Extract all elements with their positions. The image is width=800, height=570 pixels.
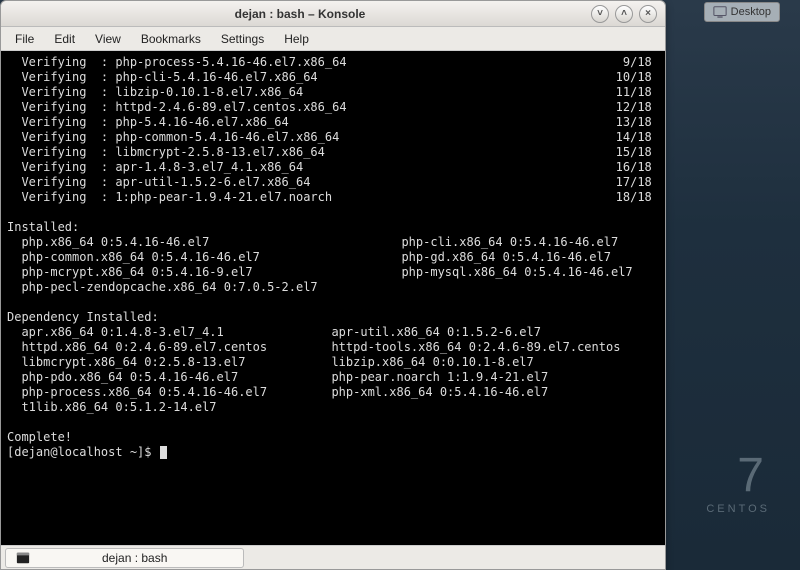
verify-row: Verifying : php-common-5.4.16-46.el7.x86… (7, 130, 659, 145)
desktop-icon (713, 5, 727, 19)
verify-row: Verifying : httpd-2.4.6-89.el7.centos.x8… (7, 100, 659, 115)
terminal-output[interactable]: Verifying : php-process-5.4.16-46.el7.x8… (1, 51, 665, 545)
package-line: php-gd.x86_64 0:5.4.16-46.el7 (387, 250, 633, 265)
package-line: libmcrypt.x86_64 0:2.5.8-13.el7 (7, 355, 317, 370)
shell-prompt: [dejan@localhost ~]$ (7, 445, 159, 459)
verify-row: Verifying : libzip-0.10.1-8.el7.x86_6411… (7, 85, 659, 100)
verify-row: Verifying : apr-util-1.5.2-6.el7.x86_641… (7, 175, 659, 190)
centos-watermark: 7 CENTOS (706, 448, 770, 515)
package-line: t1lib.x86_64 0:5.1.2-14.el7 (7, 400, 317, 415)
verify-row: Verifying : apr-1.4.8-3.el7_4.1.x86_6416… (7, 160, 659, 175)
tab-button[interactable]: dejan : bash (5, 548, 244, 568)
desktop-button-label: Desktop (731, 6, 771, 18)
menu-settings[interactable]: Settings (213, 30, 272, 48)
menubar: File Edit View Bookmarks Settings Help (1, 27, 665, 51)
dependency-header: Dependency Installed: (7, 310, 659, 325)
verify-row: Verifying : 1:php-pear-1.9.4-21.el7.noar… (7, 190, 659, 205)
konsole-window: dejan : bash – Konsole ˅ ˄ × File Edit V… (0, 0, 666, 570)
maximize-button[interactable]: ˄ (615, 5, 633, 23)
verify-row: Verifying : php-cli-5.4.16-46.el7.x86_64… (7, 70, 659, 85)
menu-edit[interactable]: Edit (46, 30, 83, 48)
menu-file[interactable]: File (7, 30, 42, 48)
package-line: httpd.x86_64 0:2.4.6-89.el7.centos (7, 340, 317, 355)
desktop-button[interactable]: Desktop (704, 2, 780, 22)
minimize-button[interactable]: ˅ (591, 5, 609, 23)
window-title: dejan : bash – Konsole (9, 7, 591, 21)
cursor (160, 446, 167, 459)
menu-bookmarks[interactable]: Bookmarks (133, 30, 209, 48)
package-line: php-pear.noarch 1:1.9.4-21.el7 (317, 370, 620, 385)
terminal-icon (16, 551, 30, 565)
package-line: apr.x86_64 0:1.4.8-3.el7_4.1 (7, 325, 317, 340)
complete-line: Complete! (7, 430, 659, 445)
package-line (387, 280, 633, 295)
package-line: php-mysql.x86_64 0:5.4.16-46.el7 (387, 265, 633, 280)
package-line: libzip.x86_64 0:0.10.1-8.el7 (317, 355, 620, 370)
installed-header: Installed: (7, 220, 659, 235)
tab-label: dejan : bash (102, 551, 167, 565)
package-line: php.x86_64 0:5.4.16-46.el7 (7, 235, 387, 250)
package-line: httpd-tools.x86_64 0:2.4.6-89.el7.centos (317, 340, 620, 355)
titlebar[interactable]: dejan : bash – Konsole ˅ ˄ × (1, 1, 665, 27)
package-line: php-pdo.x86_64 0:5.4.16-46.el7 (7, 370, 317, 385)
package-line: php-common.x86_64 0:5.4.16-46.el7 (7, 250, 387, 265)
package-line: apr-util.x86_64 0:1.5.2-6.el7 (317, 325, 620, 340)
menu-view[interactable]: View (87, 30, 129, 48)
package-line: php-pecl-zendopcache.x86_64 0:7.0.5-2.el… (7, 280, 387, 295)
verify-row: Verifying : php-process-5.4.16-46.el7.x8… (7, 55, 659, 70)
package-line: php-cli.x86_64 0:5.4.16-46.el7 (387, 235, 633, 250)
package-line: php-mcrypt.x86_64 0:5.4.16-9.el7 (7, 265, 387, 280)
close-button[interactable]: × (639, 5, 657, 23)
menu-help[interactable]: Help (276, 30, 317, 48)
statusbar: dejan : bash (1, 545, 665, 569)
package-line: php-xml.x86_64 0:5.4.16-46.el7 (317, 385, 620, 400)
verify-row: Verifying : libmcrypt-2.5.8-13.el7.x86_6… (7, 145, 659, 160)
package-line (317, 400, 620, 415)
verify-row: Verifying : php-5.4.16-46.el7.x86_6413/1… (7, 115, 659, 130)
package-line: php-process.x86_64 0:5.4.16-46.el7 (7, 385, 317, 400)
